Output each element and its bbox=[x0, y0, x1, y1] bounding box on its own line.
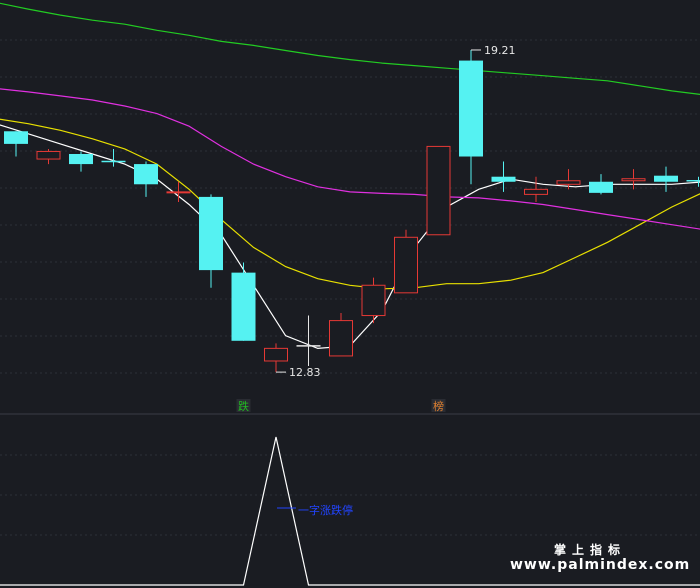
candle bbox=[69, 151, 93, 172]
kline-chart: 19.21 12.83 跌 榜 bbox=[0, 2, 700, 586]
candle-body bbox=[394, 236, 418, 294]
candle bbox=[394, 229, 418, 294]
candle bbox=[654, 166, 678, 192]
candle-body bbox=[4, 131, 28, 144]
candle bbox=[134, 161, 158, 197]
grid-lines bbox=[0, 39, 700, 536]
signal-badge: 榜 bbox=[431, 399, 446, 413]
candle bbox=[459, 49, 483, 185]
candle bbox=[36, 148, 61, 165]
indicator-label: 一字涨跌停 bbox=[298, 504, 353, 517]
candle bbox=[589, 174, 613, 195]
candle-body bbox=[491, 176, 516, 182]
candle bbox=[329, 313, 353, 357]
candle-body bbox=[199, 196, 223, 271]
candle-body bbox=[459, 60, 483, 157]
candle bbox=[264, 343, 288, 373]
candle-body bbox=[589, 181, 613, 193]
candle-body bbox=[524, 188, 548, 195]
candle bbox=[491, 161, 516, 192]
moving-averages bbox=[0, 2, 700, 350]
high-price-label: 19.21 bbox=[484, 44, 516, 57]
watermark-url: www.palmindex.com bbox=[510, 557, 691, 573]
moving-average-line-3 bbox=[0, 88, 700, 230]
watermark-title: 掌上指标 bbox=[554, 543, 627, 557]
candle bbox=[621, 169, 646, 190]
candle-body bbox=[361, 284, 386, 317]
candle-body bbox=[134, 164, 158, 185]
candle-body bbox=[166, 191, 191, 194]
candle-body bbox=[36, 150, 61, 160]
candle bbox=[4, 131, 28, 157]
candle-body bbox=[329, 320, 353, 357]
candle bbox=[199, 194, 223, 288]
low-price-label: 12.83 bbox=[289, 366, 321, 379]
candle-body bbox=[264, 347, 288, 362]
signal-text: 跌 bbox=[238, 399, 249, 413]
candles bbox=[4, 49, 700, 373]
moving-average-line-1 bbox=[0, 124, 700, 350]
signal-text: 榜 bbox=[433, 399, 444, 413]
candle bbox=[231, 262, 256, 341]
candle bbox=[426, 145, 451, 236]
candle bbox=[524, 176, 548, 202]
candle-body bbox=[231, 272, 256, 341]
candle bbox=[166, 181, 191, 202]
candle-body bbox=[654, 175, 678, 182]
candle-body bbox=[69, 153, 93, 165]
chart-stage: 19.21 12.83 跌 榜 一字涨跌停 掌上指标 www.palmindex.co… bbox=[0, 0, 700, 588]
candle-body bbox=[426, 145, 451, 236]
moving-average-line-2 bbox=[0, 118, 700, 290]
signal-badge: 跌 bbox=[236, 399, 251, 413]
moving-average-line-4 bbox=[0, 2, 700, 96]
candle bbox=[361, 277, 386, 324]
candle-body bbox=[621, 178, 646, 182]
candle-body bbox=[556, 180, 581, 185]
